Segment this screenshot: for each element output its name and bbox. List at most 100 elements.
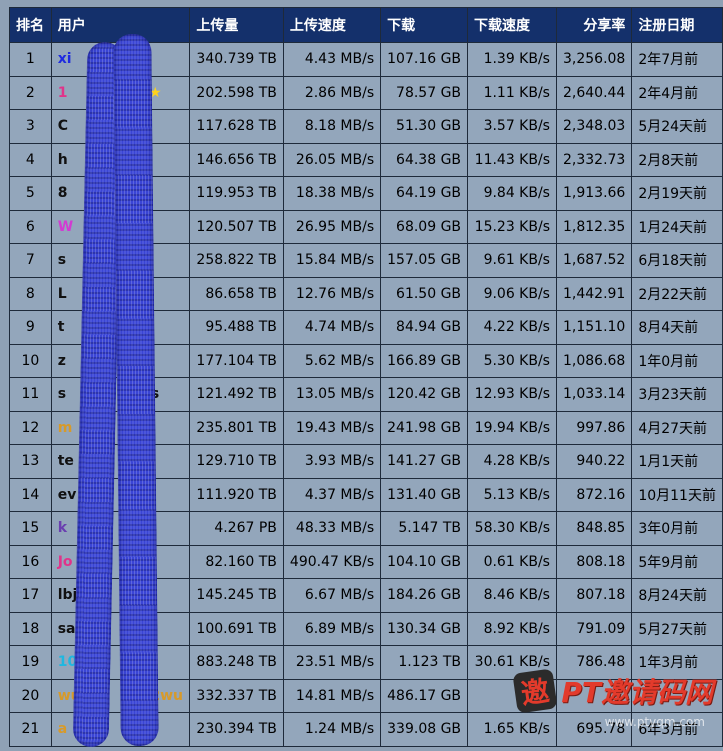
down-speed-cell: 1.11 KB/s: [467, 75, 557, 110]
rank-cell: 5: [9, 176, 52, 211]
up-speed-cell: 6.67 MB/s: [282, 578, 382, 613]
downloaded-cell: 157.05 GB: [380, 243, 469, 278]
down-speed-cell: 8.46 KB/s: [467, 578, 557, 613]
down-speed-cell: 8.92 KB/s: [467, 611, 557, 646]
rank-cell: 20: [9, 678, 52, 713]
rank-cell: 16: [9, 544, 52, 579]
rank-cell: 10: [9, 343, 52, 378]
downloaded-cell: 51.30 GB: [380, 109, 469, 144]
downloaded-cell: 64.38 GB: [380, 142, 469, 177]
user-link[interactable]: z: [58, 353, 66, 369]
rank-cell: 13: [9, 444, 52, 479]
user-link[interactable]: Jo: [58, 554, 73, 570]
ratio-cell: 1,687.52: [555, 243, 633, 278]
down-speed-cell: 5.30 KB/s: [467, 343, 557, 378]
up-speed-cell: 15.84 MB/s: [282, 243, 382, 278]
user-link[interactable]: ev: [58, 487, 77, 503]
rank-cell: 3: [9, 109, 52, 144]
downloaded-cell: 78.57 GB: [380, 75, 469, 110]
joined-cell: 2年7月前: [631, 42, 723, 77]
downloaded-cell: 339.08 GB: [380, 712, 469, 747]
user-link[interactable]: L: [58, 286, 67, 302]
joined-cell: 5月27天前: [631, 611, 723, 646]
user-link[interactable]: t: [58, 319, 65, 335]
down-speed-cell: 9.61 KB/s: [467, 243, 557, 278]
uploaded-cell: 119.953 TB: [189, 176, 284, 211]
user-link[interactable]: m: [58, 420, 73, 436]
uploaded-cell: 235.801 TB: [189, 410, 284, 445]
ratio-cell: 807.18: [555, 578, 633, 613]
joined-cell: 5年9月前: [631, 544, 723, 579]
joined-cell: 1年0月前: [631, 343, 723, 378]
rank-cell: 11: [9, 377, 52, 412]
ratio-cell: 872.16: [555, 477, 633, 512]
col-header-joined[interactable]: 注册日期: [631, 7, 723, 43]
up-speed-cell: 19.43 MB/s: [282, 410, 382, 445]
rank-cell: 14: [9, 477, 52, 512]
downloaded-cell: 104.10 GB: [380, 544, 469, 579]
downloaded-cell: 61.50 GB: [380, 276, 469, 311]
ratio-cell: 3,256.08: [555, 42, 633, 77]
ratio-cell: 1,033.14: [555, 377, 633, 412]
ratio-cell: 997.86: [555, 410, 633, 445]
watermark-url: www.ptyqm.com: [604, 715, 705, 729]
ratio-cell: 1,812.35: [555, 209, 633, 244]
up-speed-cell: 490.47 KB/s: [282, 544, 382, 579]
up-speed-cell: 48.33 MB/s: [282, 511, 382, 546]
col-header-ratio[interactable]: 分享率: [555, 7, 633, 43]
joined-cell: 8月24天前: [631, 578, 723, 613]
up-speed-cell: 1.24 MB/s: [282, 712, 382, 747]
user-link[interactable]: h: [58, 152, 68, 168]
down-speed-cell: 3.57 KB/s: [467, 109, 557, 144]
down-speed-cell: 5.13 KB/s: [467, 477, 557, 512]
user-link[interactable]: 1: [58, 85, 68, 101]
site-watermark: 邀 PT邀请码网: [512, 668, 713, 714]
down-speed-cell: 12.93 KB/s: [467, 377, 557, 412]
rank-cell: 15: [9, 511, 52, 546]
down-speed-cell: 4.28 KB/s: [467, 444, 557, 479]
uploaded-cell: 111.920 TB: [189, 477, 284, 512]
uploaded-cell: 177.104 TB: [189, 343, 284, 378]
col-header-up-speed[interactable]: 上传速度: [282, 7, 382, 43]
rank-cell: 18: [9, 611, 52, 646]
downloaded-cell: 5.147 TB: [380, 511, 469, 546]
user-link[interactable]: lbj: [58, 587, 78, 603]
user-link[interactable]: sa: [58, 621, 76, 637]
down-speed-cell: 11.43 KB/s: [467, 142, 557, 177]
uploaded-cell: 129.710 TB: [189, 444, 284, 479]
user-link[interactable]: xi: [58, 51, 72, 67]
down-speed-cell: 1.65 KB/s: [467, 712, 557, 747]
down-speed-cell: 0.61 KB/s: [467, 544, 557, 579]
user-link[interactable]: C: [58, 118, 68, 134]
col-header-down-speed[interactable]: 下载速度: [467, 7, 557, 43]
user-link[interactable]: k: [58, 520, 67, 536]
downloaded-cell: 241.98 GB: [380, 410, 469, 445]
up-speed-cell: 13.05 MB/s: [282, 377, 382, 412]
up-speed-cell: 23.51 MB/s: [282, 645, 382, 680]
up-speed-cell: 4.74 MB/s: [282, 310, 382, 345]
watermark-text: PT邀请码网: [561, 676, 713, 709]
rank-cell: 1: [9, 42, 52, 77]
user-link[interactable]: 8: [58, 185, 68, 201]
ratio-cell: 2,640.44: [555, 75, 633, 110]
down-speed-cell: 1.39 KB/s: [467, 42, 557, 77]
up-speed-cell: 12.76 MB/s: [282, 276, 382, 311]
col-header-rank[interactable]: 排名: [9, 7, 52, 43]
rank-cell: 19: [9, 645, 52, 680]
uploaded-cell: 883.248 TB: [189, 645, 284, 680]
rank-cell: 4: [9, 142, 52, 177]
header-row: 排名 用户 上传量 上传速度 下载 下载速度 分享率 注册日期: [9, 7, 723, 43]
rank-cell: 21: [9, 712, 52, 747]
down-speed-cell: 15.23 KB/s: [467, 209, 557, 244]
user-link[interactable]: W: [58, 219, 73, 235]
joined-cell: 8月4天前: [631, 310, 723, 345]
user-link[interactable]: s: [58, 252, 66, 268]
user-link[interactable]: te: [58, 453, 74, 469]
ratio-cell: 808.18: [555, 544, 633, 579]
joined-cell: 2月19天前: [631, 176, 723, 211]
user-link[interactable]: a: [58, 721, 67, 737]
col-header-downloaded[interactable]: 下载: [380, 7, 469, 43]
user-link[interactable]: s: [58, 386, 66, 402]
downloaded-cell: 1.123 TB: [380, 645, 469, 680]
col-header-uploaded[interactable]: 上传量: [189, 7, 284, 43]
